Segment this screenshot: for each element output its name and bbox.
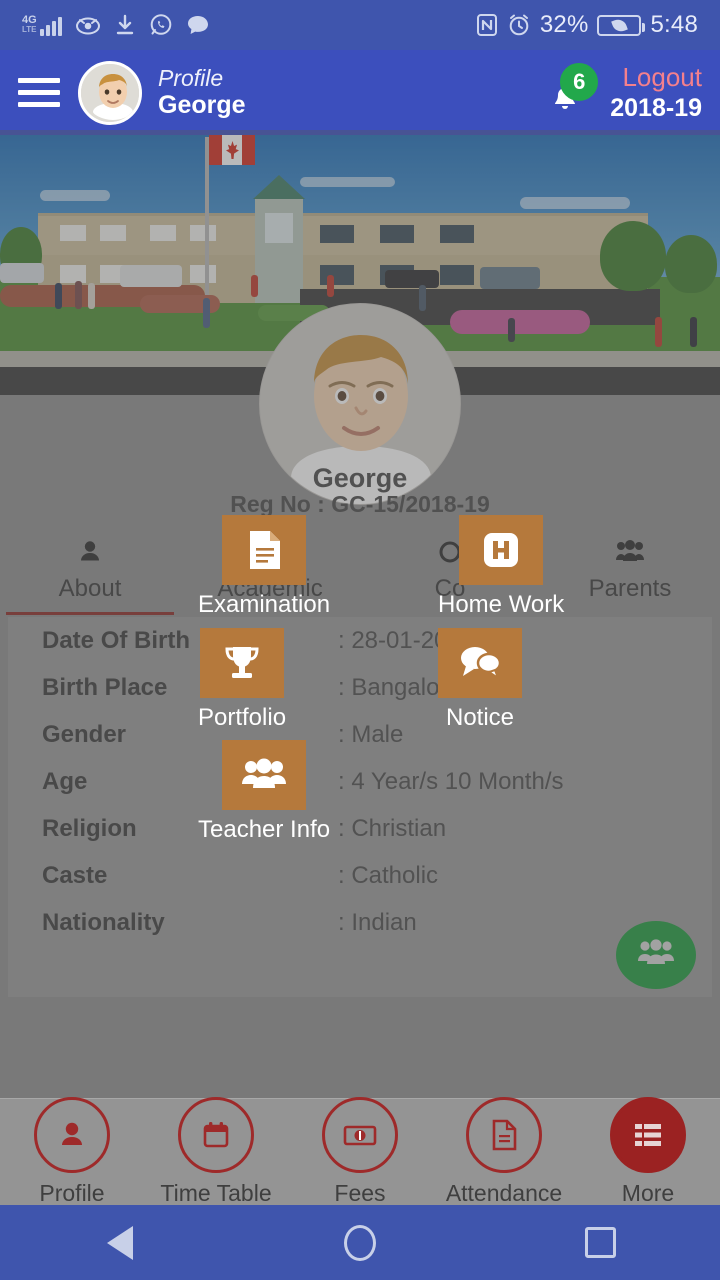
person-icon: [77, 538, 103, 566]
homework-h-icon: [459, 515, 544, 585]
notification-badge: 6: [560, 62, 599, 101]
tab-about[interactable]: About: [0, 525, 180, 615]
network-sub-label: LTE: [22, 25, 37, 34]
battery-icon: [597, 14, 646, 36]
group-fab-button[interactable]: [616, 921, 696, 989]
money-icon: [322, 1097, 398, 1173]
overlay-item-notice[interactable]: Notice: [438, 628, 522, 732]
tab-parents[interactable]: Parents: [540, 525, 720, 615]
user-name-label: George: [158, 91, 246, 120]
header-titles: Profile George: [158, 65, 246, 120]
circle-home-icon: [344, 1224, 376, 1261]
detail-value: : Indian: [338, 908, 417, 936]
bottom-nav-time-table[interactable]: Time Table: [144, 1097, 288, 1207]
overlay-item-examination-label: Examination: [198, 591, 331, 618]
whatsapp-icon: [149, 13, 173, 37]
bottom-nav-attendance-label: Attendance: [445, 1180, 563, 1206]
overlay-item-portfolio-label: Portfolio: [198, 704, 287, 731]
battery-percent-label: 32%: [539, 11, 589, 38]
clock-label: 5:48: [650, 11, 698, 38]
detail-label: Nationality: [42, 908, 165, 936]
detail-label: Birth Place: [42, 673, 168, 701]
detail-value: : Catholic: [338, 861, 439, 889]
about-details-card: Date Of Birth : 28-01-201 Birth Place : …: [8, 617, 712, 997]
overlay-item-portfolio[interactable]: Portfolio: [198, 628, 286, 732]
overlay-item-teacher-info-label: Teacher Info: [198, 816, 331, 843]
table-row: Age : 4 Year/s 10 Month/s: [8, 758, 712, 805]
list-icon: [610, 1097, 686, 1173]
group-icon: [637, 938, 675, 972]
download-icon: [114, 14, 136, 36]
tab-about-label: About: [58, 574, 122, 602]
overlay-item-teacher-info[interactable]: Teacher Info: [198, 740, 330, 844]
app-header: Profile George 6 Logout 2018-19: [0, 50, 720, 135]
bottom-nav-more[interactable]: More: [576, 1097, 720, 1207]
detail-value: : Male: [338, 720, 404, 748]
table-row: Nationality : Indian: [8, 899, 712, 946]
android-recents-button[interactable]: [540, 1227, 660, 1258]
page-title: Profile: [158, 64, 224, 91]
hamburger-menu-icon[interactable]: [18, 78, 60, 107]
detail-label: Caste: [42, 861, 108, 889]
overlay-item-homework[interactable]: Home Work: [438, 515, 564, 619]
avatar[interactable]: [78, 60, 142, 125]
academic-year-label: 2018-19: [610, 94, 702, 123]
chat-bubbles-icon: [438, 628, 522, 698]
table-row: Religion : Christian: [8, 805, 712, 852]
header-actions: Logout 2018-19: [610, 62, 702, 123]
bottom-nav-profile-label: Profile: [39, 1180, 105, 1206]
overlay-item-examination[interactable]: Examination: [198, 515, 330, 619]
alarm-icon: [507, 13, 531, 37]
document-icon: [466, 1097, 542, 1173]
android-back-button[interactable]: [60, 1225, 180, 1260]
status-bar-right: 32% 5:48: [476, 11, 698, 39]
profile-name: George: [312, 463, 408, 493]
table-row: Gender : Male: [8, 711, 712, 758]
profile-reg-no: Reg No : GC-15/2018-19: [230, 491, 490, 517]
bottom-nav-fees-label: Fees: [334, 1180, 386, 1206]
header-right: 6 Logout 2018-19: [544, 62, 702, 123]
eye-icon: [75, 15, 101, 35]
teachers-icon: [222, 740, 307, 810]
android-home-button[interactable]: [300, 1224, 420, 1261]
detail-value: : Christian: [338, 814, 447, 842]
table-row: Caste : Catholic: [8, 852, 712, 899]
triangle-back-icon: [107, 1225, 133, 1260]
logout-button[interactable]: Logout: [622, 62, 702, 93]
table-row: Date Of Birth : 28-01-201: [8, 617, 712, 664]
parents-icon: [614, 538, 646, 566]
detail-label: Date Of Birth: [42, 626, 191, 654]
document-icon: [222, 515, 307, 585]
bottom-nav-more-label: More: [621, 1180, 675, 1206]
nfc-icon: [476, 13, 498, 37]
overlay-item-homework-label: Home Work: [438, 591, 565, 618]
calendar-icon: [178, 1097, 254, 1173]
bottom-nav-attendance[interactable]: Attendance: [432, 1097, 576, 1207]
signal-icon: 4G LTE: [22, 14, 62, 36]
table-row: Birth Place : Bangalore: [8, 664, 712, 711]
bottom-navigation: Profile Time Table Fees Attendance More: [0, 1097, 720, 1207]
notifications-button[interactable]: 6: [544, 62, 599, 123]
bottom-nav-profile[interactable]: Profile: [0, 1097, 144, 1207]
android-navigation-bar: [0, 1205, 720, 1280]
person-icon: [34, 1097, 110, 1173]
profile-tabs: About Academic Co Parents: [0, 525, 720, 615]
message-icon: [186, 14, 210, 36]
bottom-nav-fees[interactable]: Fees: [288, 1097, 432, 1207]
bottom-nav-time-table-label: Time Table: [160, 1180, 272, 1206]
square-recents-icon: [584, 1227, 616, 1258]
overlay-item-notice-label: Notice: [445, 704, 515, 731]
tab-parents-label: Parents: [588, 574, 672, 602]
detail-value: : 4 Year/s 10 Month/s: [338, 767, 564, 795]
status-bar: 4G LTE 32% 5:48: [0, 0, 720, 50]
trophy-icon: [200, 628, 285, 698]
status-bar-left: 4G LTE: [22, 13, 210, 37]
